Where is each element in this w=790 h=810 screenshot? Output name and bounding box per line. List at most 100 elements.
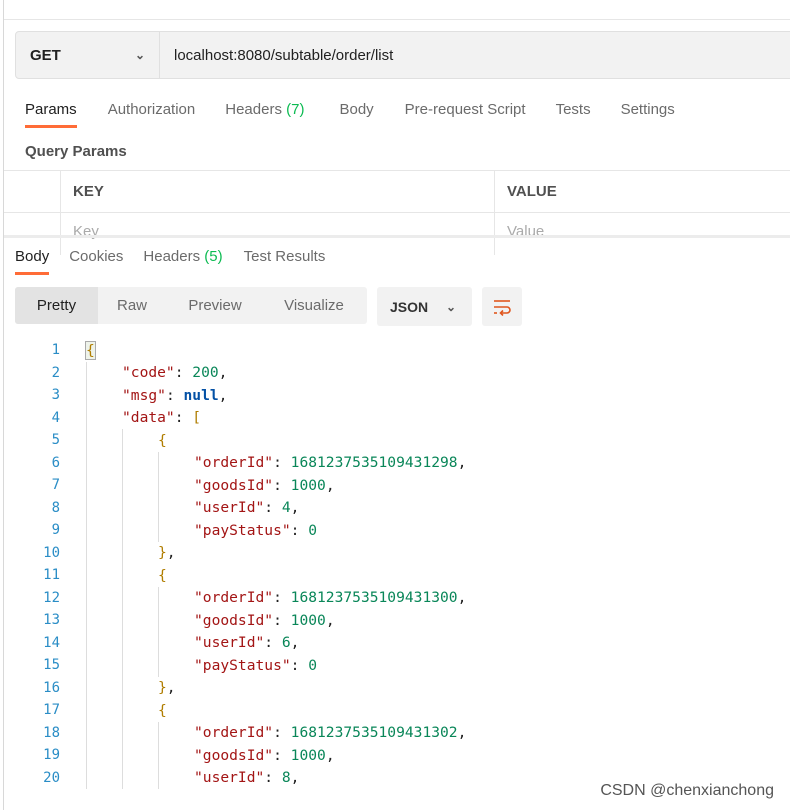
indent-guide xyxy=(122,744,158,767)
json-bracket: } xyxy=(158,679,167,697)
indent-guide xyxy=(122,519,158,542)
response-tabs: Body Cookies Headers (5) Test Results xyxy=(15,248,326,275)
tab-settings[interactable]: Settings xyxy=(621,101,675,118)
tab-response-headers[interactable]: Headers (5) xyxy=(143,248,222,265)
query-params-table: KEY VALUE Key Value xyxy=(4,170,790,255)
tab-pre-request-script[interactable]: Pre-request Script xyxy=(405,101,526,118)
tab-test-results[interactable]: Test Results xyxy=(244,248,326,265)
json-number: 1681237535109431302 xyxy=(290,724,458,742)
line-number: 13 xyxy=(43,612,60,629)
json-punctuation: : xyxy=(273,454,291,472)
indent-guide xyxy=(122,699,158,722)
indent-guide xyxy=(86,609,122,632)
indent-guide xyxy=(158,766,194,789)
line-number: 4 xyxy=(51,409,60,426)
tab-params[interactable]: Params xyxy=(25,101,77,128)
wrap-lines-icon xyxy=(494,299,511,316)
line-number: 7 xyxy=(51,477,60,494)
code-line: 12 "orderId": 1681237535109431300, xyxy=(0,586,466,609)
json-key: "payStatus" xyxy=(194,656,291,674)
indent-guide xyxy=(86,384,122,407)
view-mode-selector: Pretty Raw Preview Visualize xyxy=(15,287,367,324)
view-raw[interactable]: Raw xyxy=(98,287,166,324)
view-pretty[interactable]: Pretty xyxy=(15,287,98,324)
json-punctuation: , xyxy=(457,724,467,742)
tab-response-body[interactable]: Body xyxy=(15,248,50,275)
json-punctuation: : xyxy=(273,611,291,629)
url-input[interactable]: localhost:8080/subtable/order/list xyxy=(160,47,393,64)
json-number: 1000 xyxy=(290,611,326,629)
json-punctuation: , xyxy=(325,476,335,494)
json-key: "orderId" xyxy=(194,454,274,472)
line-number: 6 xyxy=(51,454,60,471)
line-number: 2 xyxy=(51,364,60,381)
json-key: "goodsId" xyxy=(194,476,274,494)
tab-cookies[interactable]: Cookies xyxy=(69,248,123,265)
indent-guide xyxy=(122,429,158,452)
wrap-lines-button[interactable] xyxy=(482,287,522,326)
indent-guide xyxy=(158,654,194,677)
indent-guide xyxy=(122,586,158,609)
line-number: 1 xyxy=(51,342,60,359)
json-punctuation: , xyxy=(166,544,176,562)
json-punctuation: , xyxy=(218,364,228,382)
code-line: 20 "userId": 8, xyxy=(0,766,299,789)
code-line: 7 "goodsId": 1000, xyxy=(0,474,335,497)
indent-guide xyxy=(122,564,158,587)
tab-authorization[interactable]: Authorization xyxy=(108,101,196,118)
top-divider xyxy=(4,19,790,20)
indent-guide xyxy=(158,519,194,542)
indent-guide xyxy=(86,451,122,474)
code-line: 8 "userId": 4, xyxy=(0,496,299,519)
line-number: 8 xyxy=(51,499,60,516)
indent-guide xyxy=(122,766,158,789)
value-input[interactable]: Value xyxy=(494,213,544,255)
pane-divider[interactable] xyxy=(4,235,790,238)
json-punctuation: : xyxy=(174,364,193,382)
json-punctuation: , xyxy=(166,679,176,697)
json-number: 200 xyxy=(192,364,219,382)
code-line: 5{ xyxy=(0,429,167,452)
indent-guide xyxy=(158,631,194,654)
tab-tests[interactable]: Tests xyxy=(556,101,591,118)
code-line: 18 "orderId": 1681237535109431302, xyxy=(0,721,466,744)
indent-guide xyxy=(86,564,122,587)
json-punctuation: , xyxy=(290,499,300,517)
json-bracket: } xyxy=(158,544,167,562)
json-number: 0 xyxy=(308,656,318,674)
request-tabs: Params Authorization Headers (7) Body Pr… xyxy=(25,101,675,128)
indent-guide xyxy=(86,586,122,609)
indent-guide xyxy=(86,406,122,429)
view-preview[interactable]: Preview xyxy=(166,287,264,324)
view-visualize[interactable]: Visualize xyxy=(264,287,364,324)
json-key: "code" xyxy=(122,364,175,382)
indent-guide xyxy=(158,451,194,474)
format-label: JSON xyxy=(390,298,429,315)
indent-guide xyxy=(158,721,194,744)
line-number: 18 xyxy=(43,724,60,741)
request-bar: GET ⌄ localhost:8080/subtable/order/list xyxy=(15,31,790,79)
json-punctuation: , xyxy=(290,769,300,787)
indent-guide xyxy=(86,676,122,699)
json-key: "userId" xyxy=(194,769,265,787)
code-line: 10}, xyxy=(0,541,176,564)
method-select[interactable]: GET ⌄ xyxy=(16,32,160,78)
code-line: 2 "code": 200, xyxy=(0,361,227,384)
response-body-editor[interactable]: 1{2 "code": 200, 3 "msg": null, 4 "data": [5{… xyxy=(0,339,466,789)
json-key: "orderId" xyxy=(194,724,274,742)
json-bracket: { xyxy=(158,566,167,584)
json-punctuation: : xyxy=(273,746,291,764)
json-punctuation: : xyxy=(273,589,291,607)
json-number: 1681237535109431298 xyxy=(290,454,458,472)
line-number: 20 xyxy=(43,769,60,786)
json-punctuation: , xyxy=(218,386,228,404)
format-select[interactable]: JSON ⌄ xyxy=(377,287,472,326)
tab-body[interactable]: Body xyxy=(339,101,373,118)
line-number: 14 xyxy=(43,634,60,651)
line-number: 5 xyxy=(51,432,60,449)
indent-guide xyxy=(86,631,122,654)
json-punctuation: , xyxy=(457,454,467,472)
code-line: 15 "payStatus": 0 xyxy=(0,654,317,677)
tab-headers[interactable]: Headers (7) xyxy=(225,101,304,118)
key-header: KEY xyxy=(60,171,104,212)
